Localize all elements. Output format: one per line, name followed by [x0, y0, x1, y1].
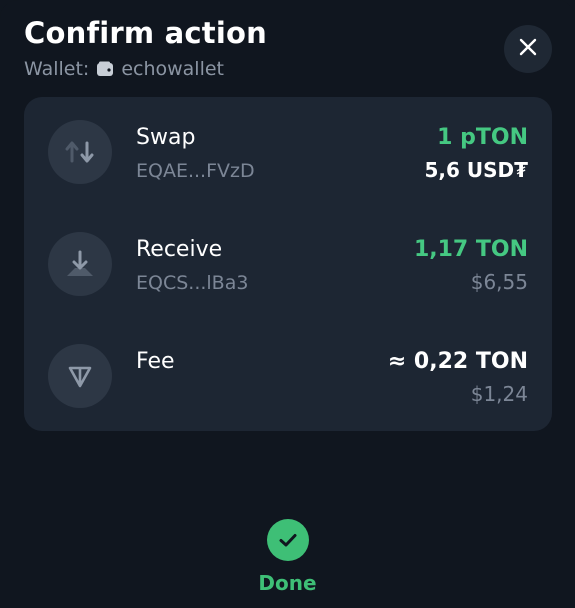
done-status: Done [0, 519, 575, 595]
swap-send-amount: 1 pTON [437, 125, 528, 150]
page-title: Confirm action [24, 16, 267, 50]
action-row-receive[interactable]: Receive EQCS...lBa3 1,17 TON $6,55 [24, 209, 552, 321]
swap-address: EQAE...FVzD [136, 160, 255, 182]
actions-card: Swap EQAE...FVzD 1 pTON 5,6 USD₮ Receive… [24, 97, 552, 431]
wallet-icon [95, 59, 115, 79]
done-label: Done [258, 571, 317, 595]
wallet-subtitle: Wallet: echowallet [24, 58, 224, 80]
confirm-sheet: Confirm action Wallet: echowallet Swap E… [0, 0, 575, 608]
wallet-prefix: Wallet: [24, 58, 90, 80]
action-row-fee: Fee ≈ 0,22 TON $1,24 [24, 321, 552, 433]
swap-receive-amount: 5,6 USD₮ [424, 158, 528, 182]
receive-address: EQCS...lBa3 [136, 272, 249, 294]
receive-fiat: $6,55 [470, 270, 528, 294]
close-icon [518, 37, 538, 61]
checkmark-icon [266, 519, 309, 561]
receive-title: Receive [136, 237, 223, 262]
wallet-name: echowallet [121, 58, 224, 80]
ton-icon [48, 344, 112, 408]
fee-fiat: $1,24 [470, 382, 528, 406]
fee-title: Fee [136, 349, 175, 374]
swap-arrows-icon [48, 120, 112, 184]
close-button[interactable] [504, 25, 552, 73]
swap-title: Swap [136, 125, 196, 150]
receive-amount: 1,17 TON [413, 237, 528, 262]
receive-arrow-icon [48, 232, 112, 296]
fee-amount: ≈ 0,22 TON [387, 349, 528, 374]
action-row-swap[interactable]: Swap EQAE...FVzD 1 pTON 5,6 USD₮ [24, 97, 552, 209]
